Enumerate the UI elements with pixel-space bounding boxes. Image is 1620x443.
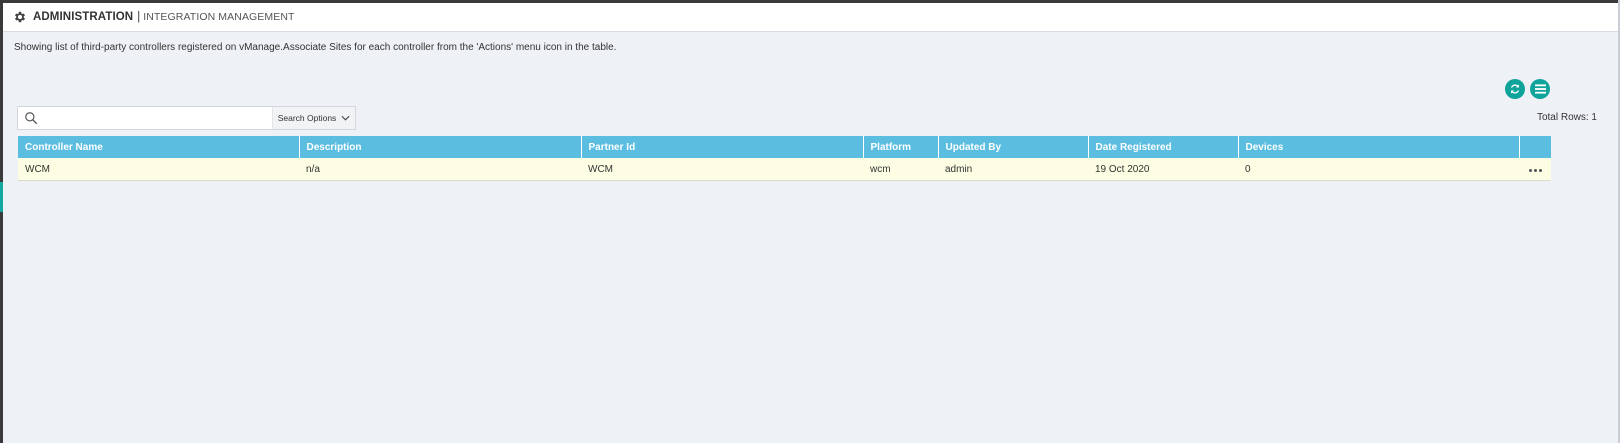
page-description: Showing list of third-party controllers … — [14, 42, 617, 53]
column-header-controller-name[interactable]: Controller Name — [18, 136, 300, 158]
column-header-partner-id[interactable]: Partner Id — [581, 136, 864, 158]
search-options-dropdown[interactable]: Search Options — [272, 107, 355, 129]
column-header-platform[interactable]: Platform — [863, 136, 939, 158]
search-icon — [24, 111, 38, 125]
more-actions-icon[interactable] — [1528, 168, 1542, 172]
search-options-label: Search Options — [277, 113, 337, 123]
cell-controller-name: WCM — [18, 158, 299, 181]
cell-platform: wcm — [863, 158, 938, 181]
page-subtitle: INTEGRATION MANAGEMENT — [143, 11, 295, 23]
table-menu-button[interactable] — [1530, 79, 1550, 99]
table-menu-icon — [1534, 84, 1546, 94]
cell-actions — [1519, 158, 1551, 181]
column-header-updated-by[interactable]: Updated By — [938, 136, 1089, 158]
cell-date-registered: 19 Oct 2020 — [1088, 158, 1238, 181]
title-separator: | — [137, 11, 141, 23]
column-header-actions — [1519, 136, 1551, 158]
column-header-date-registered[interactable]: Date Registered — [1088, 136, 1239, 158]
page-header: ADMINISTRATION | INTEGRATION MANAGEMENT — [3, 3, 1618, 32]
gear-icon — [13, 10, 27, 24]
chevron-down-icon — [341, 115, 350, 121]
cell-description: n/a — [299, 158, 581, 181]
total-rows-count: Total Rows: 1 — [1536, 112, 1597, 123]
column-header-description[interactable]: Description — [299, 136, 582, 158]
cell-partner-id: WCM — [581, 158, 863, 181]
search-input[interactable] — [42, 107, 272, 129]
window-left-border — [0, 0, 3, 443]
left-accent-bar — [0, 182, 3, 212]
refresh-icon — [1509, 83, 1521, 95]
table-row[interactable]: WCM n/a WCM wcm admin 19 Oct 2020 0 — [18, 158, 1551, 181]
cell-devices: 0 — [1238, 158, 1519, 181]
table-header-row: Controller Name Description Partner Id P… — [18, 136, 1551, 158]
column-header-devices[interactable]: Devices — [1238, 136, 1520, 158]
refresh-button[interactable] — [1505, 79, 1525, 99]
controllers-table: Controller Name Description Partner Id P… — [18, 136, 1551, 181]
search-bar: Search Options — [17, 106, 356, 130]
cell-updated-by: admin — [938, 158, 1088, 181]
page-title: ADMINISTRATION — [33, 11, 134, 23]
